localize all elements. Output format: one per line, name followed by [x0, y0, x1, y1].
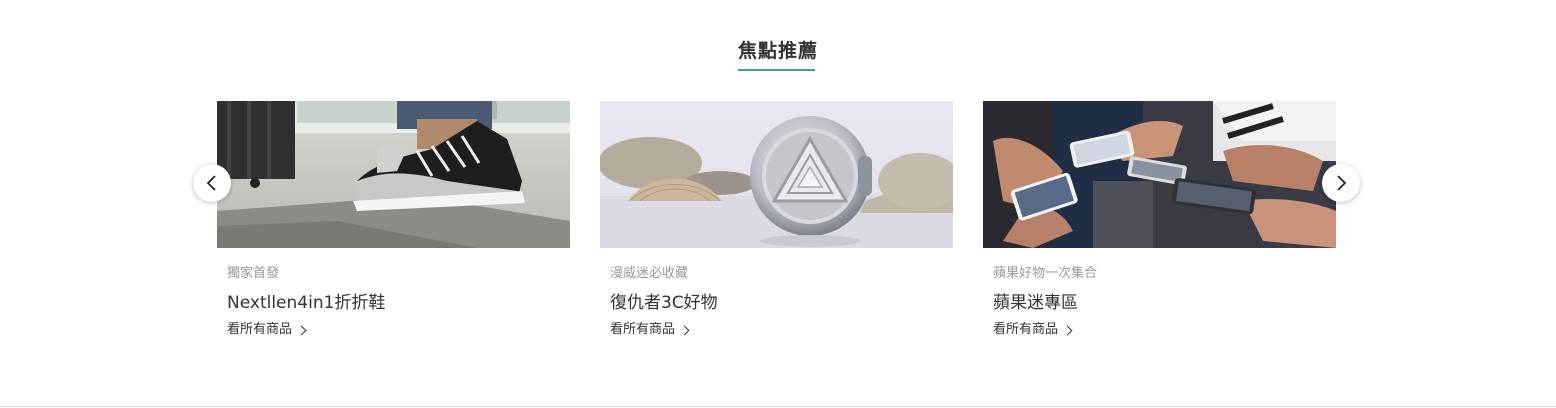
carousel-card: 獨家首發 Nextllen4in1折折鞋 看所有商品 [217, 101, 570, 339]
card-image-sneaker[interactable] [217, 101, 570, 248]
view-all-products-link[interactable]: 看所有商品 [227, 321, 307, 339]
view-all-products-label: 看所有商品 [993, 322, 1059, 337]
carousel-prev-button[interactable] [193, 164, 231, 202]
card-title[interactable]: 復仇者3C好物 [610, 292, 953, 314]
carousel-card: 蘋果好物一次集合 蘋果迷專區 看所有商品 [983, 101, 1336, 339]
chevron-right-icon [296, 325, 307, 335]
chevron-right-icon [1337, 175, 1347, 191]
chevron-right-icon [679, 325, 690, 335]
card-image-hands-phones[interactable] [983, 101, 1336, 248]
card-subtitle: 漫威迷必收藏 [610, 266, 689, 281]
view-all-products-label: 看所有商品 [610, 322, 676, 337]
card-title[interactable]: 蘋果迷專區 [993, 292, 1336, 314]
view-all-products-link[interactable]: 看所有商品 [993, 321, 1073, 339]
chevron-left-icon [206, 175, 216, 191]
card-title[interactable]: Nextllen4in1折折鞋 [227, 292, 570, 314]
view-all-products-link[interactable]: 看所有商品 [610, 321, 690, 339]
carousel-next-button[interactable] [1322, 164, 1360, 202]
view-all-products-label: 看所有商品 [227, 322, 293, 337]
card-subtitle: 獨家首發 [227, 266, 280, 281]
section-title: 焦點推薦 [737, 40, 818, 62]
carousel-card: 漫威迷必收藏 復仇者3C好物 看所有商品 [600, 101, 953, 339]
card-image-arc-reactor[interactable] [600, 101, 953, 248]
section-divider [0, 406, 1556, 407]
section-title-underline [738, 69, 815, 71]
chevron-right-icon [1062, 325, 1073, 335]
card-subtitle: 蘋果好物一次集合 [993, 266, 1098, 281]
